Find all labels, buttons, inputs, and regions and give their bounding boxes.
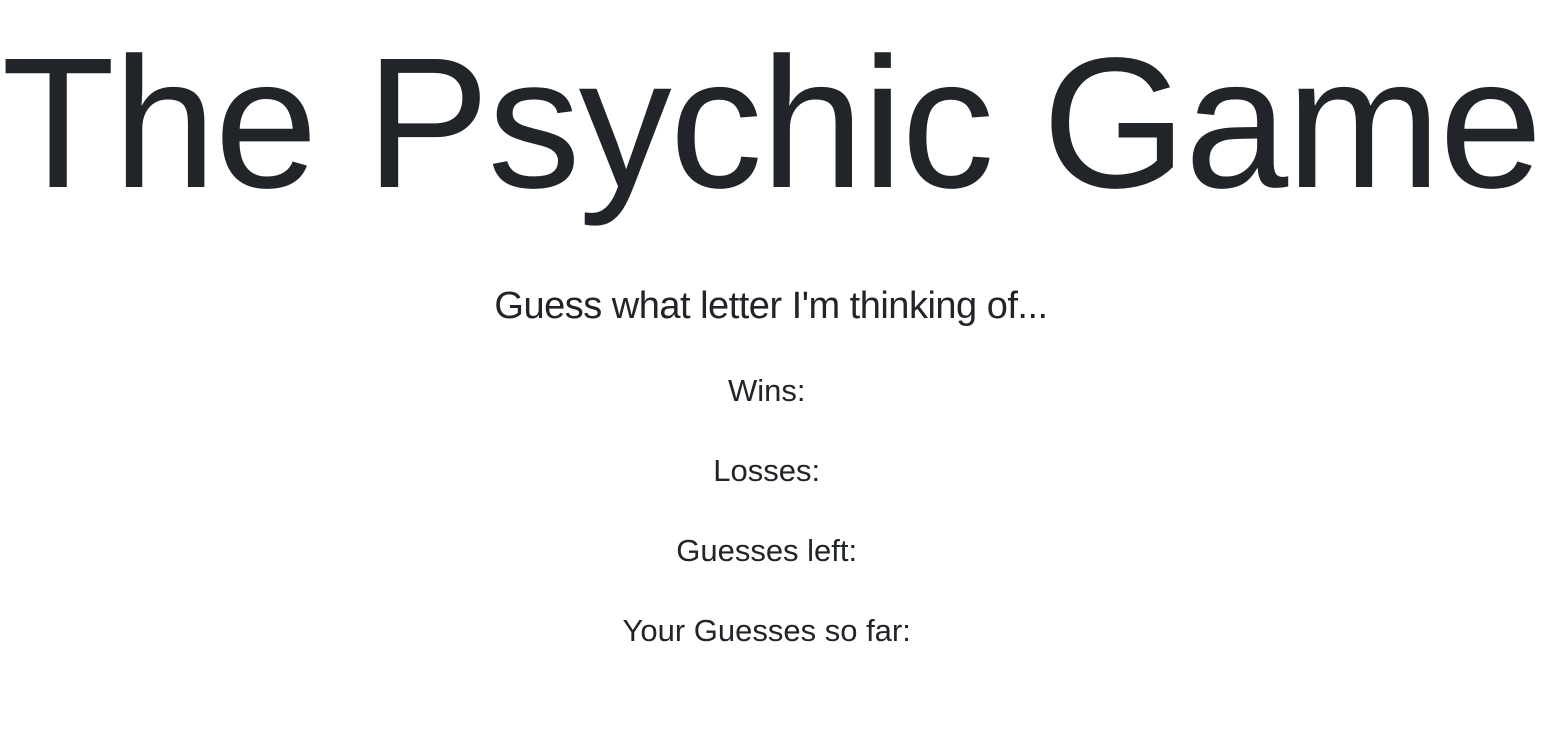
guesses-left-stat: Guesses left:: [0, 531, 1542, 571]
guesses-so-far-label: Your Guesses so far:: [622, 613, 911, 648]
guesses-left-label: Guesses left:: [676, 533, 858, 568]
page-title: The Psychic Game: [1, 20, 1542, 227]
wins-label: Wins:: [727, 373, 806, 408]
losses-label: Losses:: [713, 453, 821, 488]
losses-stat: Losses:: [0, 451, 1542, 491]
instructions-text: Guess what letter I'm thinking of...: [494, 285, 1048, 327]
guesses-so-far-stat: Your Guesses so far:: [0, 611, 1542, 651]
wins-stat: Wins:: [0, 371, 1542, 411]
game-page: The Psychic Game Guess what letter I'm t…: [0, 0, 1542, 746]
